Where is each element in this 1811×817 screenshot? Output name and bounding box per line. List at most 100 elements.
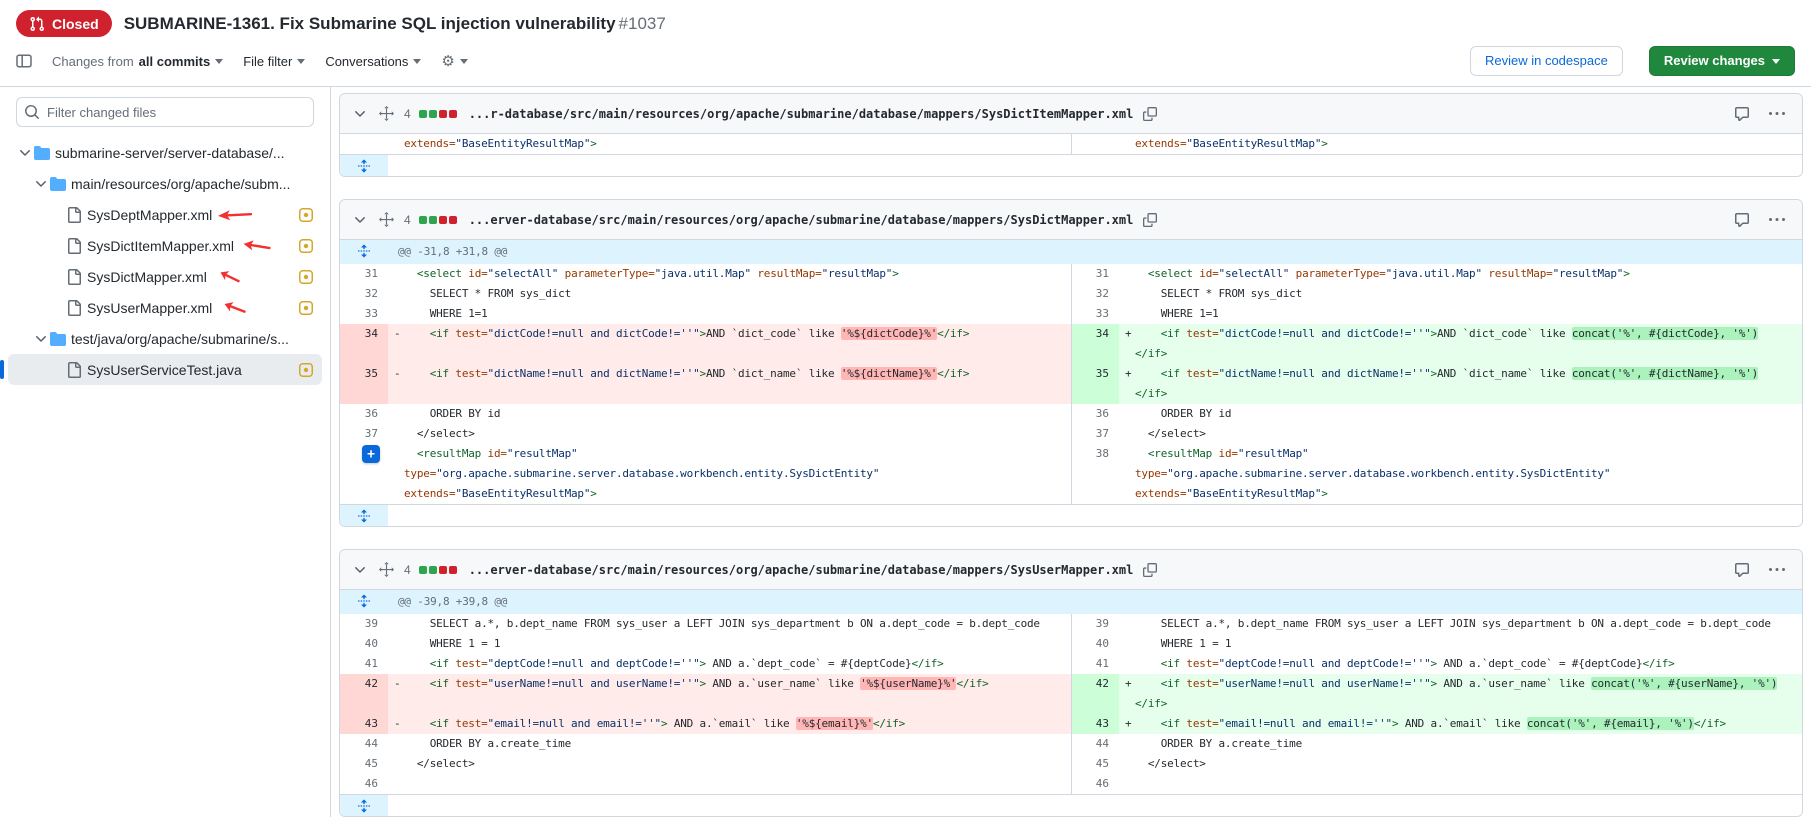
expand-diff-button[interactable] (340, 795, 388, 816)
toggle-file-tree-button[interactable] (16, 53, 32, 69)
code-segment: AND a.`dept_code` = #{deptCode} (706, 657, 912, 670)
diffstat-squares (419, 566, 457, 574)
code-line-wrap: + <if test="email!=null and email!=''"> … (1119, 714, 1802, 734)
code-line-wrap: ORDER BY id (388, 404, 1071, 424)
code-line-wrap: - <if test="dictCode!=null and dictCode!… (388, 324, 1071, 344)
copy-path-button[interactable] (1141, 561, 1159, 579)
chevron-down-icon[interactable] (32, 331, 50, 347)
line-number: 41 (340, 654, 388, 674)
tree-file-sysusermapper-xml[interactable]: SysUserMapper.xml (8, 292, 322, 323)
pr-header: Closed SUBMARINE-1361. Fix Submarine SQL… (0, 0, 1811, 87)
file-filter-box (16, 97, 314, 127)
kebab-menu-icon[interactable] (1767, 210, 1787, 230)
code-segment (1135, 657, 1161, 670)
hunk-header: @@ -31,8 +31,8 @@ (388, 240, 1802, 264)
diff-file-header: 4...erver-database/src/main/resources/or… (340, 550, 1802, 590)
review-in-codespace-button[interactable]: Review in codespace (1470, 46, 1623, 76)
file-filter-dropdown[interactable]: File filter (243, 54, 305, 69)
add-line-comment-button[interactable]: + (362, 445, 380, 463)
kebab-menu-icon[interactable] (1767, 560, 1787, 580)
code-segment: extends= (1135, 487, 1186, 500)
line-number: 35 (1071, 364, 1119, 404)
code-segment: </if> (937, 327, 969, 340)
tree-file-sysdictmapper-xml[interactable]: SysDictMapper.xml (8, 261, 322, 292)
code-segment: > (1321, 487, 1327, 500)
code-line: <if test="dictName!=null and dictName!='… (1135, 364, 1802, 404)
code-line: <if test="userName!=null and userName!='… (1135, 674, 1802, 714)
conversations-dropdown[interactable]: Conversations (325, 54, 421, 69)
hunk-gutter (340, 590, 388, 614)
kebab-menu-icon[interactable] (1767, 104, 1787, 124)
collapse-file-button[interactable] (350, 104, 370, 124)
folder-icon (50, 331, 71, 347)
code-cell: WHERE 1 = 1 (1119, 634, 1802, 654)
expand-diff-button[interactable] (340, 155, 388, 176)
code-segment: "email!=null and email!=''" (1219, 717, 1392, 730)
code-segment: </if> (1694, 717, 1726, 730)
tree-folder-submarine-server-server-database[interactable]: submarine-server/server-database/... (8, 137, 322, 168)
comment-icon[interactable] (1732, 560, 1752, 580)
changes-from-dropdown[interactable]: Changes from all commits (52, 54, 223, 69)
file-path-link[interactable]: ...erver-database/src/main/resources/org… (469, 563, 1134, 577)
collapse-file-button[interactable] (350, 560, 370, 580)
review-changes-button[interactable]: Review changes (1649, 46, 1795, 76)
chevron-down-icon[interactable] (32, 176, 50, 192)
diff-settings-dropdown[interactable]: ⚙ (441, 54, 467, 69)
tree-folder-test-java-org-apache-submarine-s[interactable]: test/java/org/apache/submarine/s... (8, 323, 322, 354)
line-number: 32 (340, 284, 388, 304)
code-segment: </if> (911, 657, 943, 670)
hunk-header: @@ -39,8 +39,8 @@ (388, 590, 1802, 614)
tree-file-sysdeptmapper-xml[interactable]: SysDeptMapper.xml (8, 199, 322, 230)
code-line-wrap: <select id="selectAll" parameterType="ja… (1119, 264, 1802, 284)
diff-row: 39 SELECT a.*, b.dept_name FROM sys_user… (340, 614, 1802, 634)
diff-sign (388, 134, 404, 154)
tree-item-label: SysUserServiceTest.java (87, 362, 242, 378)
diff-sign: - (388, 674, 404, 694)
collapse-file-button[interactable] (350, 210, 370, 230)
drag-handle-icon[interactable] (378, 105, 395, 122)
expand-hunk-button[interactable] (340, 240, 388, 262)
line-number: 44 (1071, 734, 1119, 754)
line-number: 39 (1071, 614, 1119, 634)
code-line: extends="BaseEntityResultMap"> (1135, 134, 1802, 154)
file-filter-label: File filter (243, 54, 292, 69)
copy-path-button[interactable] (1141, 211, 1159, 229)
diff-row: 31 <select id="selectAll" parameterType=… (340, 264, 1802, 284)
file-tree: submarine-server/server-database/...main… (0, 137, 330, 385)
drag-handle-icon[interactable] (378, 561, 395, 578)
line-number: 44 (340, 734, 388, 754)
code-cell: </select> (1119, 424, 1802, 444)
diff-sign (388, 774, 404, 794)
copy-path-button[interactable] (1141, 105, 1159, 123)
diff-file-header: 4...erver-database/src/main/resources/or… (340, 200, 1802, 240)
file-path-link[interactable]: ...r-database/src/main/resources/org/apa… (469, 107, 1134, 121)
file-filter-input[interactable] (16, 97, 314, 127)
comment-icon[interactable] (1732, 104, 1752, 124)
diff-sign (1119, 754, 1135, 774)
diff-row: 4646 (340, 774, 1802, 794)
diff-row: 33 WHERE 1=133 WHERE 1=1 (340, 304, 1802, 324)
diffstat-square-add (429, 566, 437, 574)
tree-file-sysuserservicetest-java[interactable]: SysUserServiceTest.java (8, 354, 322, 385)
code-segment: concat('%', #{dictCode}, '%') (1572, 327, 1758, 340)
line-number: 33 (1071, 304, 1119, 324)
line-number: 46 (340, 774, 388, 794)
page-content: submarine-server/server-database/...main… (0, 87, 1811, 817)
code-segment: parameterType= (565, 267, 655, 280)
code-line (1135, 774, 1802, 794)
expand-hunk-button[interactable] (340, 590, 388, 612)
code-cell: <resultMap id="resultMap" type="org.apac… (1119, 444, 1802, 504)
chevron-down-icon[interactable] (16, 145, 34, 161)
chevron-down-icon (215, 59, 223, 68)
file-path-link[interactable]: ...erver-database/src/main/resources/org… (469, 213, 1134, 227)
diffstat-square-del (439, 216, 447, 224)
comment-icon[interactable] (1732, 210, 1752, 230)
tree-folder-main-resources-org-apache-subm[interactable]: main/resources/org/apache/subm... (8, 168, 322, 199)
drag-handle-icon[interactable] (378, 211, 395, 228)
code-segment: "dictName!=null and dictName!=''" (1219, 367, 1431, 380)
line-number: 34 (1071, 324, 1119, 364)
tree-file-sysdictitemmapper-xml[interactable]: SysDictItemMapper.xml (8, 230, 322, 261)
code-segment: > (1623, 267, 1629, 280)
expand-diff-button[interactable] (340, 505, 388, 526)
code-cell: SELECT * FROM sys_dict (388, 284, 1071, 304)
